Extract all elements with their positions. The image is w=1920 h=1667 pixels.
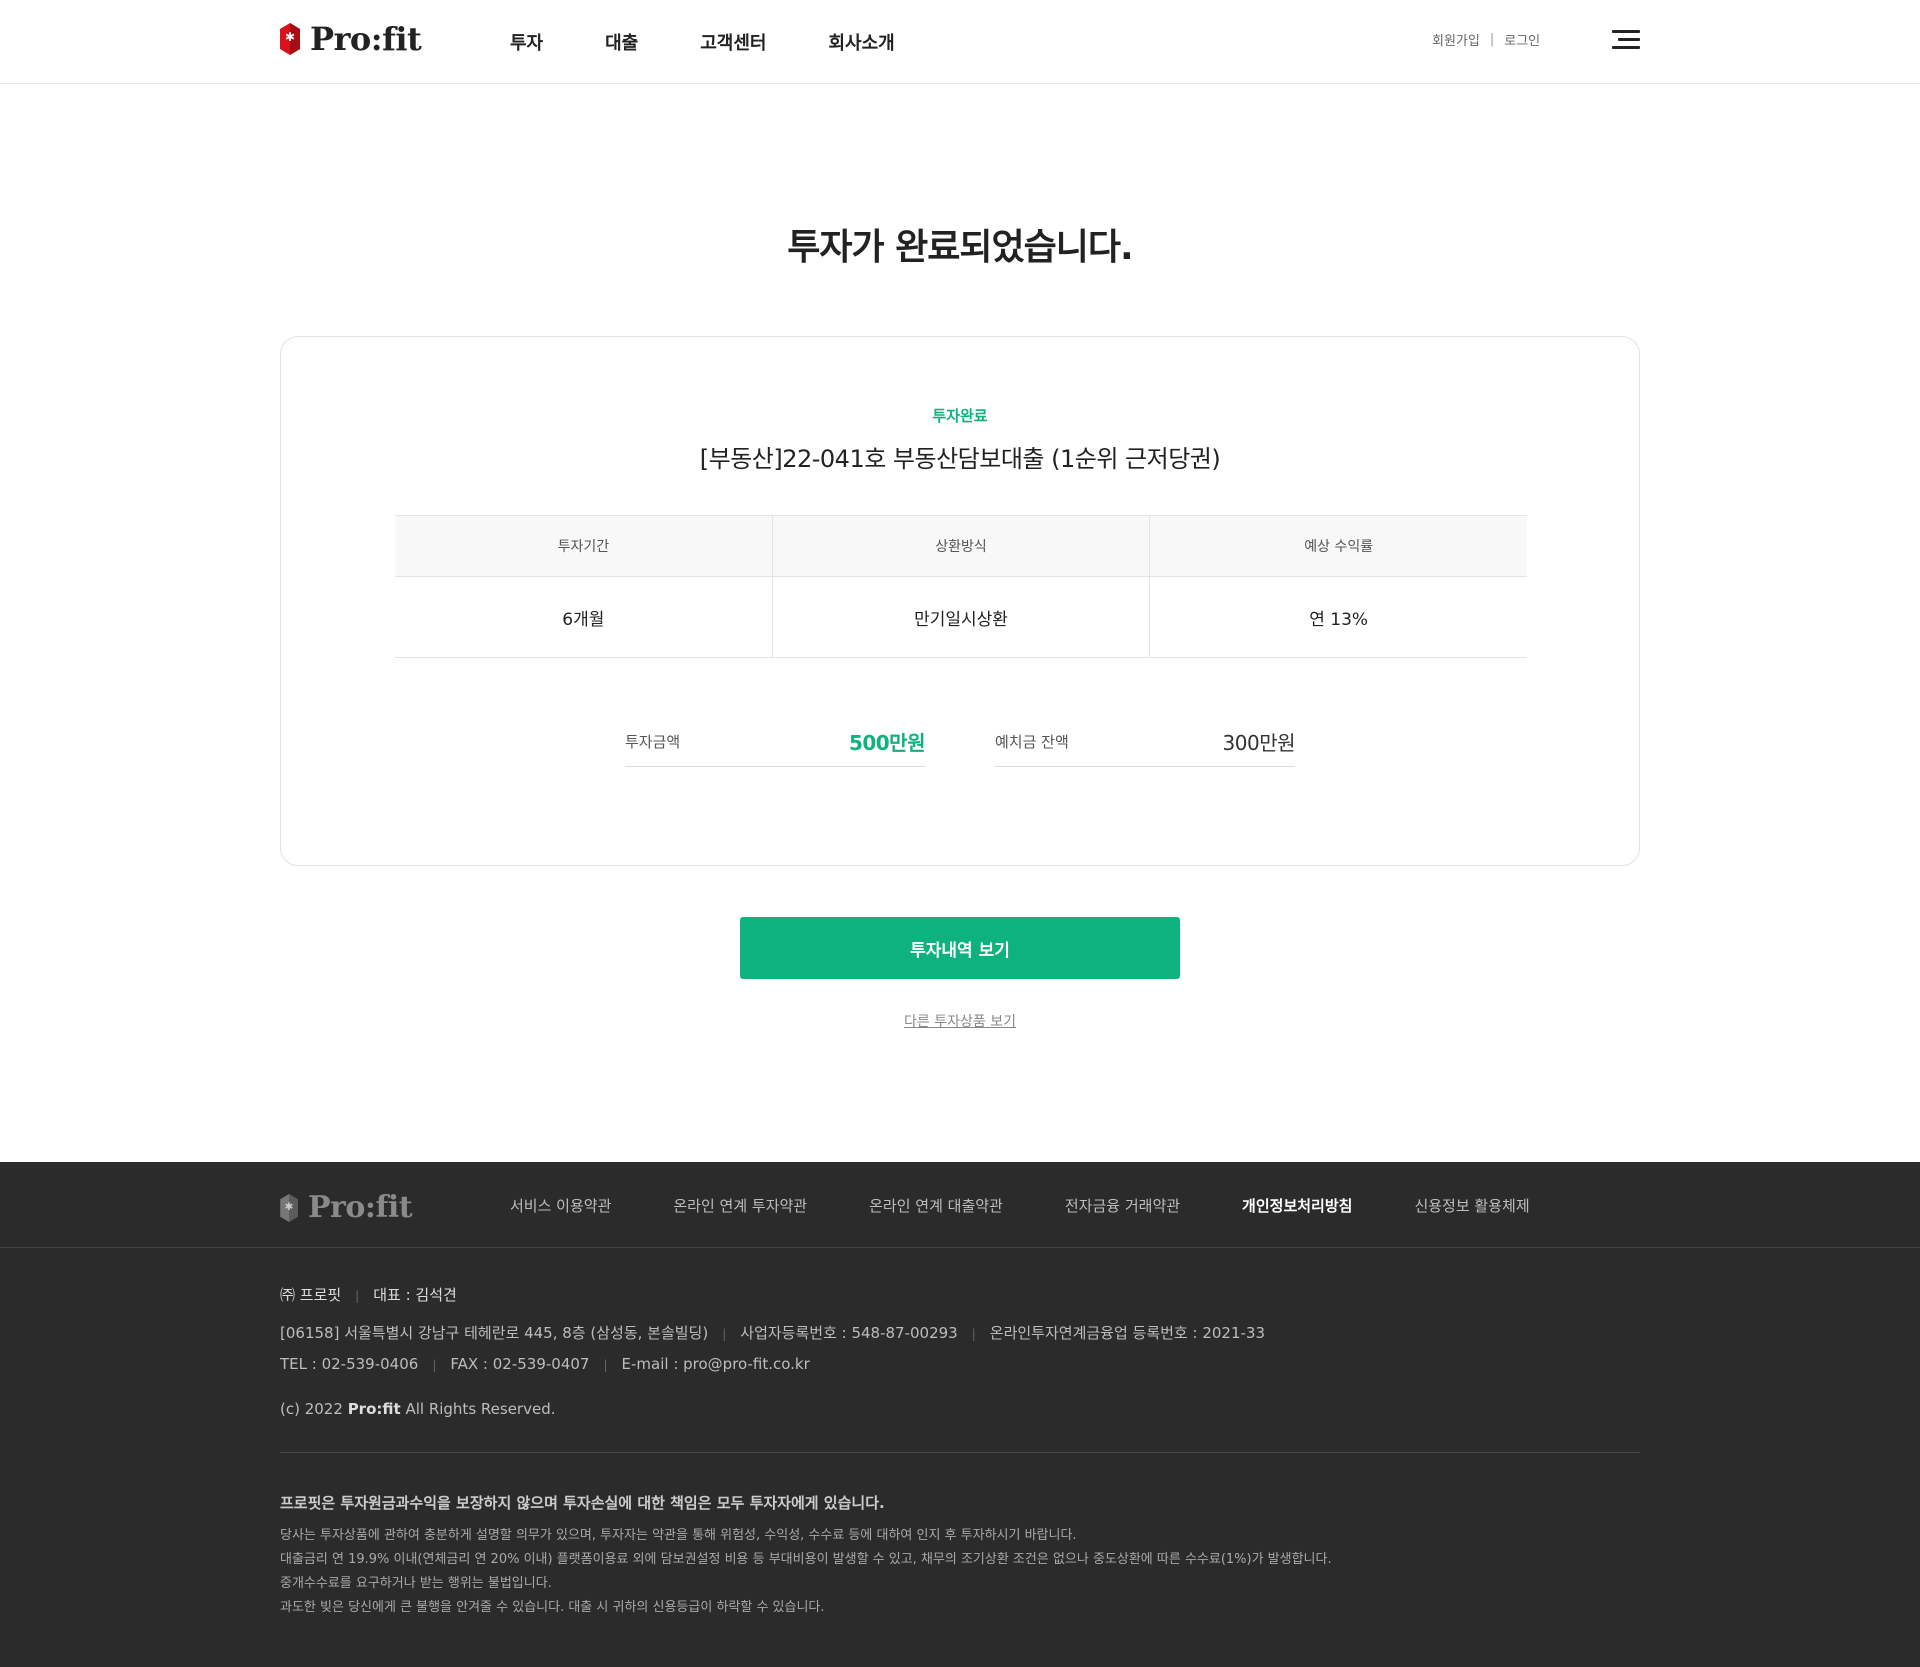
- copyright-brand: Pro:fit: [347, 1400, 401, 1418]
- main-nav: 투자 대출 고객센터 회사소개: [510, 0, 957, 84]
- footer-divider: [280, 1452, 1640, 1453]
- value-period: 6개월: [395, 577, 773, 657]
- footer-link-invest-terms[interactable]: 온라인 연계 투자약관: [673, 1195, 807, 1216]
- deposit-balance-value: 300만원: [1222, 731, 1296, 755]
- header-period: 투자기간: [395, 516, 773, 576]
- footer-link-privacy-policy[interactable]: 개인정보처리방침: [1242, 1195, 1352, 1216]
- other-products-link[interactable]: 다른 투자상품 보기: [904, 1014, 1016, 1030]
- footer-company-name: ㈜ 프로핏: [280, 1286, 342, 1304]
- footer-top: ✱ Pro:fit 서비스 이용약관 온라인 연계 투자약관 온라인 연계 대출…: [0, 1162, 1920, 1248]
- util-separator: |: [1489, 32, 1495, 47]
- footer-link-efinance-terms[interactable]: 전자금융 거래약관: [1065, 1195, 1180, 1216]
- footer-copyright: (c) 2022 Pro:fit All Rights Reserved.: [280, 1402, 555, 1417]
- site-header: ✱ Pro:fit 투자 대출 고객센터 회사소개 회원가입 | 로그인: [0, 0, 1920, 84]
- deposit-balance-row: 예치금 잔액 300만원: [995, 717, 1296, 767]
- site-footer: ✱ Pro:fit 서비스 이용약관 온라인 연계 투자약관 온라인 연계 대출…: [0, 1162, 1920, 1667]
- info-table-row: 6개월 만기일시상환 연 13%: [395, 577, 1527, 657]
- footer-note: 중개수수료를 요구하거나 받는 행위는 불법입니다.: [280, 1576, 552, 1591]
- nav-company[interactable]: 회사소개: [829, 29, 895, 55]
- footer-logo[interactable]: ✱ Pro:fit: [280, 1190, 413, 1225]
- nav-invest[interactable]: 투자: [510, 29, 543, 55]
- footer-nav: 서비스 이용약관 온라인 연계 투자약관 온라인 연계 대출약관 전자금융 거래…: [510, 1162, 1592, 1248]
- footer-p2p-no: 온라인투자연계금융업 등록번호 : 2021-33: [989, 1324, 1265, 1342]
- signup-link[interactable]: 회원가입: [1432, 30, 1480, 49]
- invest-amount-row: 투자금액 500만원: [625, 717, 926, 767]
- footer-link-credit-info[interactable]: 신용정보 활용체제: [1414, 1195, 1529, 1216]
- nav-loan[interactable]: 대출: [605, 29, 638, 55]
- invest-amount-value: 500만원: [848, 731, 926, 755]
- value-expected-return: 연 13%: [1309, 609, 1369, 630]
- nav-customer-center[interactable]: 고객센터: [700, 29, 766, 55]
- footer-note: 대출금리 연 19.9% 이내(연체금리 연 20% 이내) 플랫폼이용료 외에…: [280, 1552, 1332, 1567]
- footer-contact-row: TEL : 02-539-0406 | FAX : 02-539-0407 | …: [280, 1355, 810, 1373]
- copyright-prefix: (c) 2022: [280, 1400, 343, 1418]
- status-badge: 투자완료: [932, 407, 988, 425]
- footer-notes: 당사는 투자상품에 관하여 충분하게 설명할 의무가 있으며, 투자자는 약관을…: [280, 1524, 1332, 1620]
- logo-text: Pro:fit: [310, 20, 422, 58]
- footer-note: 과도한 빚은 당신에게 큰 불행을 안겨줄 수 있습니다. 대출 시 귀하의 신…: [280, 1600, 825, 1615]
- footer-logo-text: Pro:fit: [308, 1190, 413, 1225]
- investment-summary-card: 투자완료 [부동산]22-041호 부동산담보대출 (1순위 근저당권) 투자기…: [280, 336, 1640, 866]
- footer-address: [06158] 서울특별시 강남구 테헤란로 445, 8층 (삼성동, 본솔빌…: [280, 1324, 709, 1342]
- view-investment-history-button[interactable]: 투자내역 보기: [740, 917, 1180, 979]
- hamburger-icon[interactable]: [1612, 30, 1640, 50]
- footer-company-row: ㈜ 프로핏 | 대표 : 김석견: [280, 1286, 457, 1304]
- footer-tel: TEL : 02-539-0406: [280, 1355, 419, 1373]
- investment-info-table: 투자기간 상환방식 예상 수익률 6개월 만기일시상환 연 13%: [395, 515, 1527, 658]
- footer-fax: FAX : 02-539-0407: [450, 1355, 590, 1373]
- footer-link-loan-terms[interactable]: 온라인 연계 대출약관: [869, 1195, 1003, 1216]
- footer-note: 당사는 투자상품에 관하여 충분하게 설명할 의무가 있으며, 투자자는 약관을…: [280, 1528, 1077, 1543]
- product-name: [부동산]22-041호 부동산담보대출 (1순위 근저당권): [699, 445, 1221, 473]
- footer-email: E-mail : pro@pro-fit.co.kr: [621, 1355, 810, 1373]
- login-link[interactable]: 로그인: [1504, 30, 1540, 49]
- info-table-header: 투자기간 상환방식 예상 수익률: [395, 516, 1527, 577]
- svg-text:✱: ✱: [285, 1200, 294, 1212]
- footer-logo-mark-icon: ✱: [280, 1193, 298, 1222]
- util-links: 회원가입 | 로그인: [1432, 30, 1540, 49]
- brand-logo[interactable]: ✱ Pro:fit: [280, 20, 422, 58]
- invest-amount-label: 투자금액: [625, 733, 681, 751]
- other-products-link-wrap: 다른 투자상품 보기: [0, 1011, 1920, 1031]
- value-repayment: 만기일시상환: [773, 577, 1151, 657]
- header-expected-return: 예상 수익률: [1304, 539, 1374, 555]
- deposit-balance-label: 예치금 잔액: [995, 733, 1069, 751]
- copyright-suffix: All Rights Reserved.: [405, 1400, 556, 1418]
- footer-address-row: [06158] 서울특별시 강남구 테헤란로 445, 8층 (삼성동, 본솔빌…: [280, 1324, 1265, 1342]
- footer-biz-no: 사업자등록번호 : 548-87-00293: [740, 1324, 958, 1342]
- logo-mark-icon: ✱: [280, 23, 300, 55]
- header-repayment: 상환방식: [773, 516, 1151, 576]
- footer-warning: 프로핏은 투자원금과수익을 보장하지 않으며 투자손실에 대한 책임은 모두 투…: [280, 1494, 885, 1512]
- footer-ceo: 대표 : 김석견: [373, 1286, 457, 1304]
- svg-text:✱: ✱: [285, 30, 295, 44]
- page-title: 투자가 완료되었습니다.: [787, 227, 1133, 268]
- footer-link-service-terms[interactable]: 서비스 이용약관: [510, 1195, 611, 1216]
